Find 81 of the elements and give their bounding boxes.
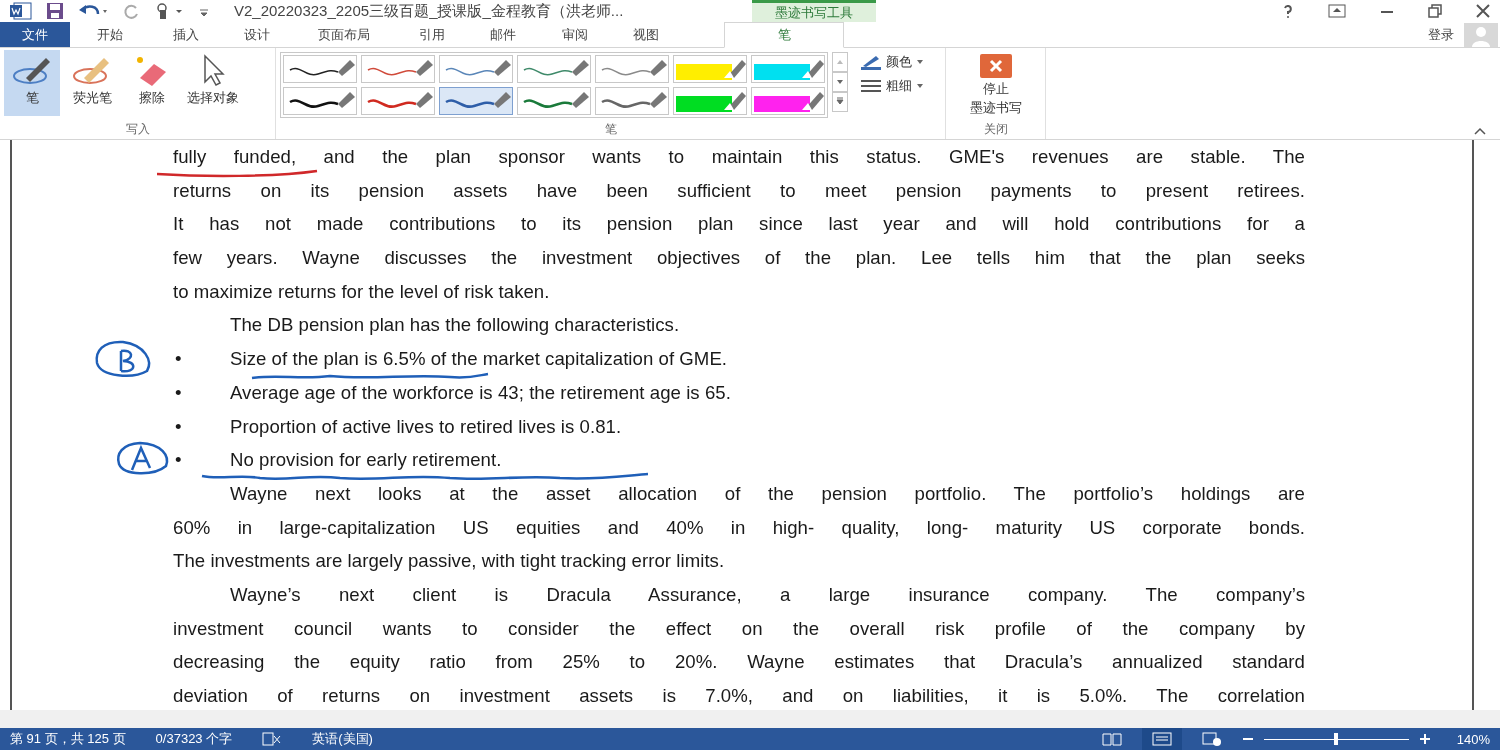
- caret-up-icon: [836, 59, 844, 65]
- paragraph-line: No provision for early retirement.: [230, 449, 503, 472]
- paragraph-line: The DB pension plan has the following characteristics.: [230, 314, 681, 337]
- pen-swatch[interactable]: [283, 87, 357, 115]
- bullet: •: [175, 381, 182, 404]
- bullet: •: [175, 348, 182, 371]
- page-count: 第 91 页，共 125 页: [10, 730, 126, 748]
- tool-button[interactable]: 荧光笔: [64, 50, 120, 116]
- paragraph-line: returns on its pension assets have been sufficient to meet pension payments to present retirees.: [173, 179, 1305, 202]
- pen-swatch[interactable]: [517, 87, 591, 115]
- web-layout-icon: [1201, 732, 1222, 746]
- thickness-dropdown[interactable]: 粗细: [858, 76, 926, 96]
- zoom-slider-thumb[interactable]: [1334, 732, 1339, 745]
- paragraph-line: Average age of the workforce is 43; the retirement age is 65.: [230, 381, 732, 404]
- pen-swatch[interactable]: [517, 55, 591, 83]
- zoom-in-icon[interactable]: [1418, 733, 1431, 745]
- expand-icon: [836, 97, 844, 105]
- gallery-down-button[interactable]: [832, 72, 848, 92]
- language-status[interactable]: 英语(美国): [312, 730, 373, 748]
- paragraph-line: fully funded, and the plan sponsor wants to maintain this status. GME's revenues are stable. The: [173, 146, 1305, 168]
- pen-swatch[interactable]: [361, 55, 435, 83]
- group-label: 笔: [604, 121, 617, 138]
- restore-icon[interactable]: [1428, 4, 1442, 18]
- paragraph-line: 60% in large-capitalization US equities and 40% in high- quality, long- maturity US corporate bonds.: [173, 516, 1305, 539]
- horizontal-scrollbar[interactable]: [0, 710, 1500, 728]
- group-label: 写入: [125, 121, 150, 138]
- paragraph-line: It has not made contributions to its pension plan since last year and will hold contributions for a: [173, 213, 1305, 236]
- caret-down-icon: [836, 79, 844, 85]
- book-icon: [1101, 732, 1122, 746]
- paragraph-line: Wayne next looks at the asset allocation of the pension portfolio. The portfolio’s holdings are: [230, 482, 1305, 505]
- line-weight-icon: [860, 78, 882, 94]
- paragraph-line: investment council wants to consider the effect on the overall risk profile of the company by: [173, 617, 1305, 640]
- highlighter-swatch[interactable]: [751, 55, 825, 83]
- save-icon[interactable]: [46, 2, 64, 20]
- collapse-ribbon-icon[interactable]: [1474, 127, 1486, 135]
- paragraph-line: deviation of returns on investment assets is 7.0%, and on liabilities, it is 5.0%. The correlation: [173, 685, 1305, 707]
- group-label: 关闭: [983, 121, 1008, 138]
- close-icon[interactable]: [1476, 4, 1490, 18]
- proofing-icon[interactable]: [262, 732, 283, 746]
- file-tab[interactable]: 文件: [0, 22, 70, 47]
- pen-swatch[interactable]: [283, 55, 357, 83]
- tool-button[interactable]: 擦除: [124, 50, 180, 116]
- ink-circled-mark-drawing: [114, 440, 170, 478]
- view-button[interactable]: [1141, 728, 1182, 750]
- pen-color-icon: [860, 54, 882, 70]
- paragraph-line: Wayne’s next client is Dracula Assurance, a large insurance company. The company’s: [230, 583, 1305, 606]
- bullet: •: [175, 415, 182, 438]
- paragraph-line: to maximize returns for the level of risk taken.: [173, 280, 551, 303]
- paragraph-line: Size of the plan is 6.5% of the market capitalization of GME.: [230, 348, 729, 371]
- highlighter-swatch[interactable]: [673, 55, 747, 83]
- pen-swatch[interactable]: [361, 87, 435, 115]
- tool-button[interactable]: 选择对象: [184, 50, 242, 116]
- word-app-icon[interactable]: [10, 2, 32, 20]
- contextual-tab-header: 墨迹书写工具: [752, 0, 876, 22]
- ribbon-display-icon[interactable]: [1328, 4, 1346, 18]
- sign-in-link[interactable]: 登录: [1428, 25, 1454, 44]
- pen-swatch[interactable]: [439, 55, 513, 83]
- highlighter-swatch[interactable]: [673, 87, 747, 115]
- window-title: V2_20220323_2205三级百题_授课版_金程教育（洪老师...: [234, 1, 624, 21]
- caret-down-icon: [916, 83, 924, 89]
- highlighter-swatch[interactable]: [751, 87, 825, 115]
- touch-mode-icon[interactable]: [154, 2, 184, 20]
- word-count: 0/37323 个字: [155, 730, 233, 748]
- zoom-level[interactable]: 140%: [1456, 731, 1490, 747]
- close-icon: [979, 54, 1012, 78]
- color-dropdown[interactable]: 颜色: [858, 52, 926, 72]
- help-icon[interactable]: [1282, 4, 1294, 18]
- ribbon-tab[interactable]: 笔: [724, 22, 844, 48]
- paragraph-line: decreasing the equity ratio from 25% to 20%. Wayne estimates that Dracula’s annualized standard: [173, 651, 1305, 674]
- bullet: •: [175, 449, 182, 472]
- paragraph-line: The investments are largely passive, with tight tracking error limits.: [173, 550, 726, 573]
- stop-inking-button[interactable]: 停止 墨迹书写: [961, 50, 1030, 120]
- pen-swatch[interactable]: [595, 87, 669, 115]
- pen-swatch[interactable]: [595, 55, 669, 83]
- gallery-more-button[interactable]: [832, 92, 848, 112]
- page-layout-icon: [1151, 732, 1172, 746]
- paragraph-line: few years. Wayne discusses the investment objectives of the plan. Lee tells him that the plan seeks: [173, 247, 1305, 270]
- caret-down-icon: [916, 59, 924, 65]
- pen-swatch[interactable]: [439, 87, 513, 115]
- paragraph-line: Proportion of active lives to retired lives is 0.81.: [230, 415, 623, 438]
- tool-button[interactable]: 笔: [4, 50, 60, 116]
